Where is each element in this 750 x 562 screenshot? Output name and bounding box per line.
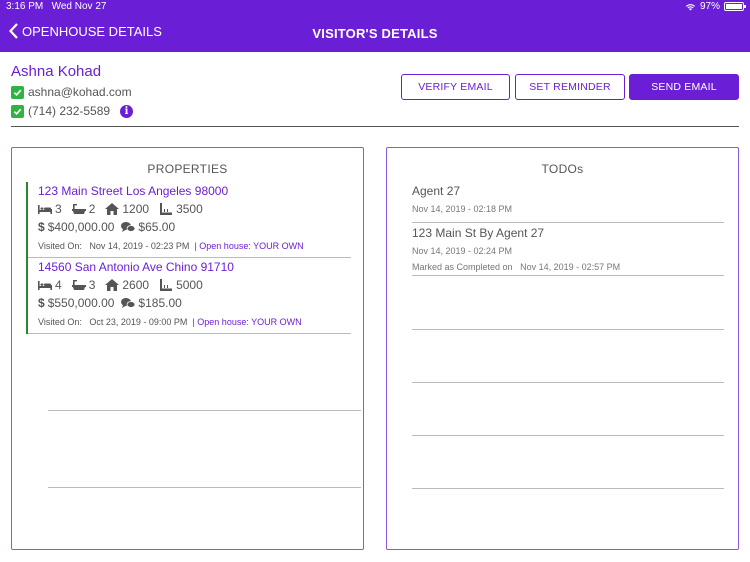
info-icon[interactable]: i [120, 104, 134, 118]
header-divider [11, 126, 739, 127]
lot-size-icon [160, 279, 173, 291]
email-verified-check-icon [11, 85, 24, 99]
completed-label: Marked as Completed on [412, 262, 513, 272]
empty-row-divider [412, 382, 724, 383]
property-price: $400,000.00 [47, 220, 115, 234]
send-email-button[interactable]: SEND EMAIL [629, 74, 739, 100]
property-address[interactable]: 14560 San Antonio Ave Chino 91710 [38, 260, 234, 274]
wifi-icon [685, 3, 696, 11]
property-beds: 4 [55, 278, 62, 292]
lot-size-icon [160, 203, 173, 215]
properties-title: PROPERTIES [147, 162, 228, 176]
bath-icon [71, 204, 86, 214]
visited-on: Oct 23, 2019 - 09:00 PM [89, 317, 188, 327]
todos-panel: TODOs Agent 27 Nov 14, 2019 - 02:18 PM 1… [386, 147, 739, 550]
property-lot: 3500 [176, 202, 203, 216]
property-beds: 3 [55, 202, 62, 216]
navigation-bar: OPENHOUSE DETAILS VISITOR'S DETAILS [0, 14, 750, 52]
empty-row-divider [412, 329, 724, 330]
commission-icon [121, 222, 136, 232]
visitor-name: Ashna Kohad [11, 63, 102, 80]
dollar-icon: $ [38, 296, 45, 310]
empty-row-divider [48, 487, 361, 488]
visited-label: Visited On: [38, 241, 82, 251]
property-price: $550,000.00 [47, 296, 115, 310]
todo-title: 123 Main St By Agent 27 [412, 226, 545, 240]
empty-row-divider [48, 410, 361, 411]
property-visit-info: Visited On: Oct 23, 2019 - 09:00 PM | Op… [38, 317, 302, 327]
property-sqft: 1200 [122, 202, 150, 216]
todo-item[interactable]: Agent 27 Nov 14, 2019 - 02:18 PM [412, 184, 724, 223]
property-baths: 3 [88, 278, 96, 292]
empty-row-divider [412, 435, 724, 436]
battery-percent: 97% [699, 1, 720, 12]
status-right: 97% [685, 1, 746, 12]
bath-icon [71, 280, 86, 290]
todo-time: Nov 14, 2019 - 02:18 PM [412, 204, 513, 214]
visited-label: Visited On: [38, 317, 82, 327]
visited-on: Nov 14, 2019 - 02:23 PM [89, 241, 190, 251]
todo-title: Agent 27 [412, 184, 461, 198]
property-address[interactable]: 123 Main Street Los Angeles 98000 [38, 184, 228, 198]
property-price-row: $ $550,000.00 $185.00 [38, 296, 182, 310]
property-features: 3 2 1200 3500 [38, 202, 203, 216]
property-visit-info: Visited On: Nov 14, 2019 - 02:23 PM | Op… [38, 241, 304, 251]
back-label: OPENHOUSE DETAILS [22, 23, 162, 39]
bed-icon [38, 281, 52, 290]
status-time: 3:16 PM Wed Nov 27 [6, 1, 107, 12]
visitor-email-row: ashna@kohad.com [11, 85, 132, 99]
property-item[interactable]: 123 Main Street Los Angeles 98000 3 2 12… [28, 182, 351, 258]
empty-row-divider [412, 488, 724, 489]
back-button[interactable]: OPENHOUSE DETAILS [8, 23, 162, 39]
status-bar: 3:16 PM Wed Nov 27 97% [0, 0, 750, 14]
visitor-phone-row: (714) 232-5589 i [11, 104, 134, 118]
property-price-row: $ $400,000.00 $65.00 [38, 220, 175, 234]
open-house-link[interactable]: | Open house: YOUR OWN [194, 241, 303, 251]
commission-icon [121, 298, 136, 308]
home-icon [105, 279, 120, 291]
todos-title: TODOs [541, 162, 584, 176]
open-house-link[interactable]: | Open house: YOUR OWN [192, 317, 301, 327]
dollar-icon: $ [38, 220, 45, 234]
property-commission: $65.00 [138, 220, 176, 234]
visitor-phone: (714) 232-5589 [28, 104, 111, 118]
properties-panel: PROPERTIES 123 Main Street Los Angeles 9… [11, 147, 364, 550]
visitor-email: ashna@kohad.com [28, 85, 132, 99]
home-icon [105, 203, 120, 215]
verify-email-button[interactable]: VERIFY EMAIL [401, 74, 510, 100]
set-reminder-button[interactable]: SET REMINDER [515, 74, 625, 100]
property-features: 4 3 2600 5000 [38, 278, 203, 292]
property-sqft: 2600 [122, 278, 150, 292]
properties-list: 123 Main Street Los Angeles 98000 3 2 12… [26, 182, 351, 334]
property-lot: 5000 [176, 278, 203, 292]
property-commission: $185.00 [138, 296, 182, 310]
completed-on: Nov 14, 2019 - 02:57 PM [520, 262, 621, 272]
todo-completed-info: Marked as Completed on Nov 14, 2019 - 02… [412, 262, 724, 272]
property-item[interactable]: 14560 San Antonio Ave Chino 91710 4 3 26… [28, 258, 351, 334]
todo-item[interactable]: 123 Main St By Agent 27 Nov 14, 2019 - 0… [412, 226, 724, 276]
property-baths: 2 [88, 202, 96, 216]
bed-icon [38, 205, 52, 214]
battery-fill [726, 4, 742, 9]
battery-icon [724, 2, 746, 11]
phone-verified-check-icon [11, 104, 24, 118]
chevron-left-icon [8, 23, 18, 39]
todo-time: Nov 14, 2019 - 02:24 PM [412, 246, 513, 256]
